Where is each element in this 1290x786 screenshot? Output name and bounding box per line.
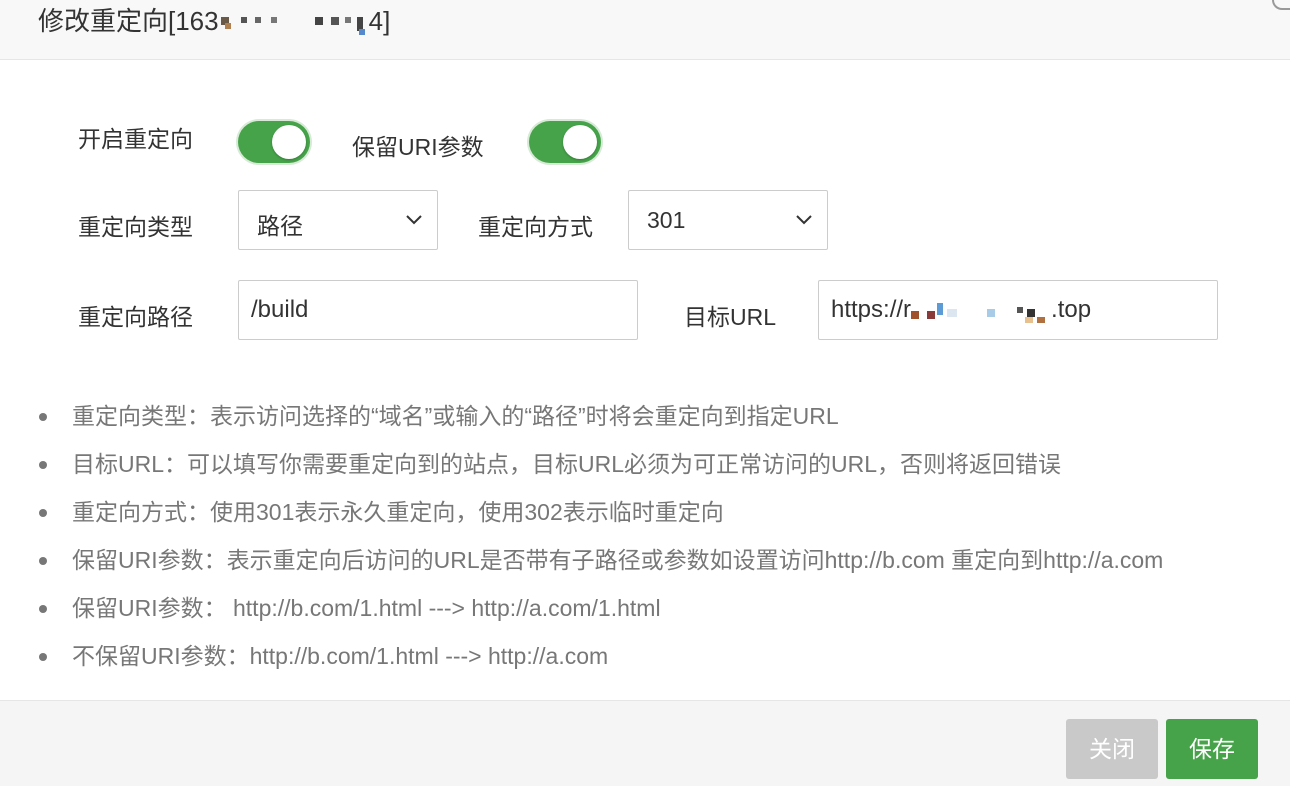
redirect-path-input[interactable]: /build xyxy=(238,280,638,340)
target-url-label: 目标URL xyxy=(684,304,777,330)
dialog-header: 修改重定向[163 4] xyxy=(0,0,1290,60)
dialog-title-suffix: 4] xyxy=(368,6,391,36)
redacted-block xyxy=(911,299,1051,323)
enable-redirect-toggle[interactable] xyxy=(238,121,310,163)
list-item: 保留URI参数： http://b.com/1.html ---> http:/… xyxy=(36,584,1163,632)
chevron-down-icon xyxy=(406,215,422,225)
redirect-method-select[interactable]: 301 xyxy=(628,190,828,250)
dialog-title-prefix: 修改重定向[163 xyxy=(38,6,219,36)
list-item: 保留URI参数：表示重定向后访问的URL是否带有子路径或参数如设置访问http:… xyxy=(36,536,1163,584)
list-item: 重定向类型：表示访问选择的“域名”或输入的“路径”时将会重定向到指定URL xyxy=(36,392,1163,440)
toggle-knob xyxy=(272,125,306,159)
chevron-down-icon xyxy=(796,215,812,225)
redirect-type-label: 重定向类型 xyxy=(78,214,193,240)
redirect-method-value: 301 xyxy=(647,207,686,233)
redirect-path-label: 重定向路径 xyxy=(78,304,193,330)
enable-redirect-label: 开启重定向 xyxy=(78,126,193,152)
list-item: 目标URL：可以填写你需要重定向到的站点，目标URL必须为可正常访问的URL，否… xyxy=(36,440,1163,488)
toggle-knob xyxy=(563,125,597,159)
target-url-suffix: .top xyxy=(1051,296,1092,323)
close-corner-icon[interactable] xyxy=(1272,0,1290,10)
target-url-input[interactable]: https://r .top xyxy=(818,280,1218,340)
redirect-path-value: /build xyxy=(251,296,309,323)
redirect-method-label: 重定向方式 xyxy=(478,214,593,240)
close-button[interactable]: 关闭 xyxy=(1066,719,1158,779)
dialog-title: 修改重定向[163 4] xyxy=(38,4,390,38)
target-url-prefix: https://r xyxy=(831,296,912,323)
save-button[interactable]: 保存 xyxy=(1166,719,1258,779)
keep-uri-toggle[interactable] xyxy=(529,121,601,163)
redirect-type-select[interactable]: 路径 xyxy=(238,190,438,250)
help-notes-list: 重定向类型：表示访问选择的“域名”或输入的“路径”时将会重定向到指定URL 目标… xyxy=(36,392,1163,680)
target-url-value: https://r .top xyxy=(831,296,1091,324)
dialog-footer: 关闭 保存 xyxy=(0,700,1290,786)
keep-uri-label: 保留URI参数 xyxy=(352,134,484,160)
list-item: 重定向方式：使用301表示永久重定向，使用302表示临时重定向 xyxy=(36,488,1163,536)
redacted-block xyxy=(219,11,369,36)
list-item: 不保留URI参数：http://b.com/1.html ---> http:/… xyxy=(36,632,1163,680)
redirect-type-value: 路径 xyxy=(257,213,303,239)
